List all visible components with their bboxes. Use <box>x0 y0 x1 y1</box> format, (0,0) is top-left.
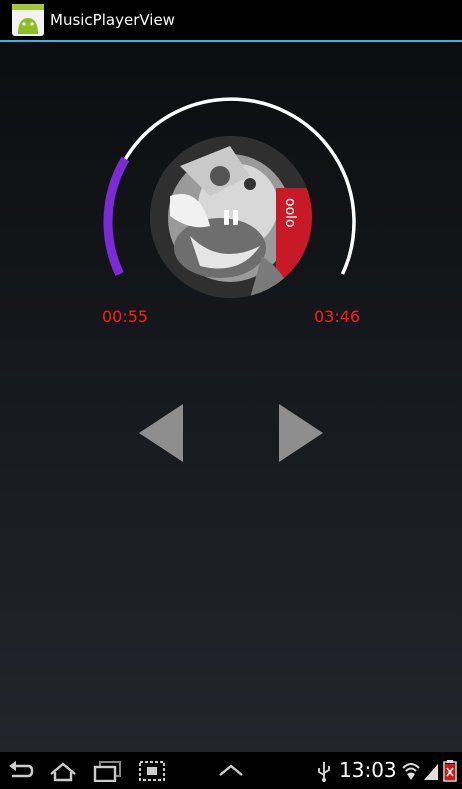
next-triangle-icon <box>279 404 323 462</box>
progress-arc <box>103 156 130 276</box>
pause-icon <box>224 210 229 225</box>
total-time: 03:46 <box>314 307 361 326</box>
previous-triangle-icon <box>139 404 183 462</box>
recent-apps-icon[interactable] <box>92 760 122 782</box>
pause-icon-bar <box>233 210 238 225</box>
signal-icon <box>424 764 438 780</box>
svg-text:oolo: oolo <box>282 198 298 228</box>
home-icon[interactable] <box>48 760 78 782</box>
screenshot-icon[interactable] <box>138 760 166 782</box>
next-button[interactable] <box>277 404 323 462</box>
elapsed-time: 00:55 <box>102 307 149 326</box>
back-icon[interactable] <box>8 760 34 782</box>
android-app-icon <box>12 4 44 36</box>
music-player-view: oolo 00:55 03:46 <box>0 42 462 752</box>
app-title: MusicPlayerView <box>50 11 175 29</box>
usb-icon <box>318 762 330 782</box>
status-clock: 13:03 <box>339 758 397 782</box>
system-navigation-bar: 13:03 <box>0 752 462 789</box>
title-bar: MusicPlayerView <box>0 0 462 42</box>
battery-icon <box>443 760 457 782</box>
pause-button[interactable] <box>219 207 243 229</box>
wifi-icon <box>402 763 420 780</box>
chevron-up-icon[interactable] <box>218 763 244 785</box>
previous-button[interactable] <box>139 404 185 462</box>
